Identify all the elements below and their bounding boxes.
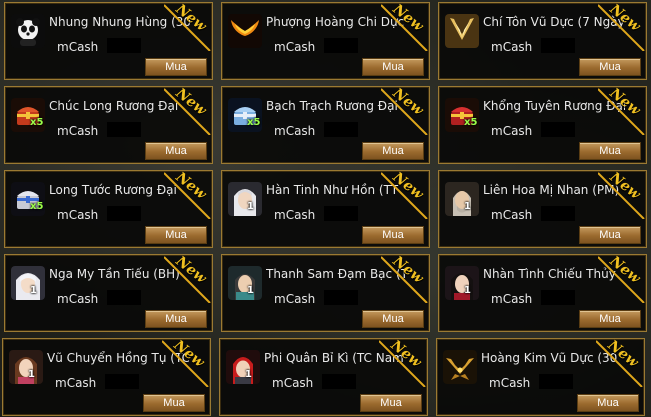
phoenix-wings-icon — [228, 14, 262, 48]
buy-button[interactable]: Mua — [579, 226, 641, 244]
shop-item-card: 1 Nhàn Tình Chiếu Thủy mCash Mua New — [438, 254, 647, 332]
price-label: mCash — [274, 208, 316, 222]
buy-button[interactable]: Mua — [362, 310, 424, 328]
shop-item-card: Phượng Hoàng Chi Dực mCash Mua New — [221, 2, 430, 80]
item-name: Nhung Nhung Hùng (30 — [49, 15, 191, 29]
price-label: mCash — [491, 208, 533, 222]
golden-wings-icon — [445, 14, 479, 48]
price-label: mCash — [491, 40, 533, 54]
price-label: mCash — [274, 292, 316, 306]
item-quantity: 1 — [464, 285, 471, 296]
price-label: mCash — [272, 376, 314, 390]
shop-item-card: 1 Hàn Tinh Như Hồn (TT mCash Mua New — [221, 170, 430, 248]
price-value-redacted — [539, 374, 573, 389]
item-quantity: x5 — [247, 117, 261, 128]
item-quantity: 1 — [247, 285, 254, 296]
item-quantity: 1 — [28, 369, 35, 380]
item-name: Liên Hoa Mị Nhan (PM) — [483, 183, 620, 197]
price-label: mCash — [57, 292, 99, 306]
character-portrait-icon — [228, 266, 262, 300]
shop-item-card: x5 Chúc Long Rương Đại mCash Mua New — [4, 86, 213, 164]
item-name: Khổng Tuyên Rương Đại — [483, 99, 625, 113]
price-value-redacted — [541, 290, 575, 305]
shop-item-card: 1 Phi Quân Bỉ Kì (TC Nam mCash Mua New — [219, 338, 428, 416]
item-name: Hoàng Kim Vũ Dực (30 — [481, 351, 618, 365]
buy-button[interactable]: Mua — [143, 394, 205, 412]
item-quantity: x5 — [30, 117, 44, 128]
item-name: Phi Quân Bỉ Kì (TC Nam — [264, 351, 404, 365]
item-name: Chí Tôn Vũ Dực (7 Ngày — [483, 15, 625, 29]
item-name: Bạch Trạch Rương Đại — [266, 99, 398, 113]
price-value-redacted — [107, 122, 141, 137]
item-name: Chúc Long Rương Đại — [49, 99, 179, 113]
item-quantity: 1 — [30, 285, 37, 296]
price-value-redacted — [541, 206, 575, 221]
price-value-redacted — [541, 38, 575, 53]
buy-button[interactable]: Mua — [362, 142, 424, 160]
price-label: mCash — [489, 376, 531, 390]
character-portrait-icon — [228, 182, 262, 216]
item-name: Long Tước Rương Đại — [49, 183, 177, 197]
buy-button[interactable]: Mua — [360, 394, 422, 412]
buy-button[interactable]: Mua — [579, 58, 641, 76]
price-label: mCash — [57, 40, 99, 54]
price-label: mCash — [55, 376, 97, 390]
price-value-redacted — [324, 38, 358, 53]
item-name: Nga My Tần Tiếu (BH) — [49, 267, 180, 281]
price-label: mCash — [274, 124, 316, 138]
buy-button[interactable]: Mua — [145, 310, 207, 328]
buy-button[interactable]: Mua — [145, 142, 207, 160]
golden-wings-icon — [443, 350, 477, 384]
item-name: Nhàn Tình Chiếu Thủy — [483, 267, 616, 281]
buy-button[interactable]: Mua — [145, 226, 207, 244]
price-label: mCash — [274, 40, 316, 54]
price-value-redacted — [105, 374, 139, 389]
item-name: Phượng Hoàng Chi Dực — [266, 15, 405, 29]
buy-button[interactable]: Mua — [362, 226, 424, 244]
shop-item-card: 1 Liên Hoa Mị Nhan (PM) mCash Mua New — [438, 170, 647, 248]
shop-item-card: 1 Thanh Sam Đạm Bạc (T mCash Mua New — [221, 254, 430, 332]
shop-item-card: 1 Nga My Tần Tiếu (BH) mCash Mua New — [4, 254, 213, 332]
buy-button[interactable]: Mua — [145, 58, 207, 76]
character-portrait-icon — [9, 350, 43, 384]
shop-item-card: x5 Bạch Trạch Rương Đại mCash Mua New — [221, 86, 430, 164]
item-name: Thanh Sam Đạm Bạc (T — [266, 267, 408, 281]
price-label: mCash — [57, 124, 99, 138]
character-portrait-icon — [226, 350, 260, 384]
price-value-redacted — [107, 290, 141, 305]
character-portrait-icon — [445, 266, 479, 300]
shop-item-card: x5 Khổng Tuyên Rương Đại mCash Mua New — [438, 86, 647, 164]
buy-button[interactable]: Mua — [362, 58, 424, 76]
shop-item-card: Nhung Nhung Hùng (30 mCash Mua New — [4, 2, 213, 80]
item-quantity: 1 — [464, 201, 471, 212]
item-quantity: x5 — [30, 201, 44, 212]
price-label: mCash — [57, 208, 99, 222]
price-value-redacted — [324, 122, 358, 137]
price-label: mCash — [491, 124, 533, 138]
price-value-redacted — [324, 290, 358, 305]
character-portrait-icon — [11, 266, 45, 300]
price-value-redacted — [107, 206, 141, 221]
item-name: Hàn Tinh Như Hồn (TT — [266, 183, 399, 197]
shop-item-card: x5 Long Tước Rương Đại mCash Mua New — [4, 170, 213, 248]
item-quantity: 1 — [245, 369, 252, 380]
shop-item-card: 1 Vũ Chuyển Hồng Tụ (TC mCash Mua New — [2, 338, 211, 416]
price-value-redacted — [107, 38, 141, 53]
buy-button[interactable]: Mua — [579, 142, 641, 160]
shop-item-card: Chí Tôn Vũ Dực (7 Ngày mCash Mua New — [438, 2, 647, 80]
price-value-redacted — [324, 206, 358, 221]
shop-item-card: Hoàng Kim Vũ Dực (30 mCash Mua New — [436, 338, 645, 416]
buy-button[interactable]: Mua — [577, 394, 639, 412]
item-name: Vũ Chuyển Hồng Tụ (TC — [47, 351, 189, 365]
character-portrait-icon — [445, 182, 479, 216]
price-label: mCash — [491, 292, 533, 306]
panda-icon — [11, 14, 45, 48]
item-quantity: 1 — [247, 201, 254, 212]
price-value-redacted — [322, 374, 356, 389]
buy-button[interactable]: Mua — [579, 310, 641, 328]
price-value-redacted — [541, 122, 575, 137]
shop-grid: Nhung Nhung Hùng (30 mCash Mua New Phượn… — [0, 0, 651, 417]
item-quantity: x5 — [464, 117, 478, 128]
